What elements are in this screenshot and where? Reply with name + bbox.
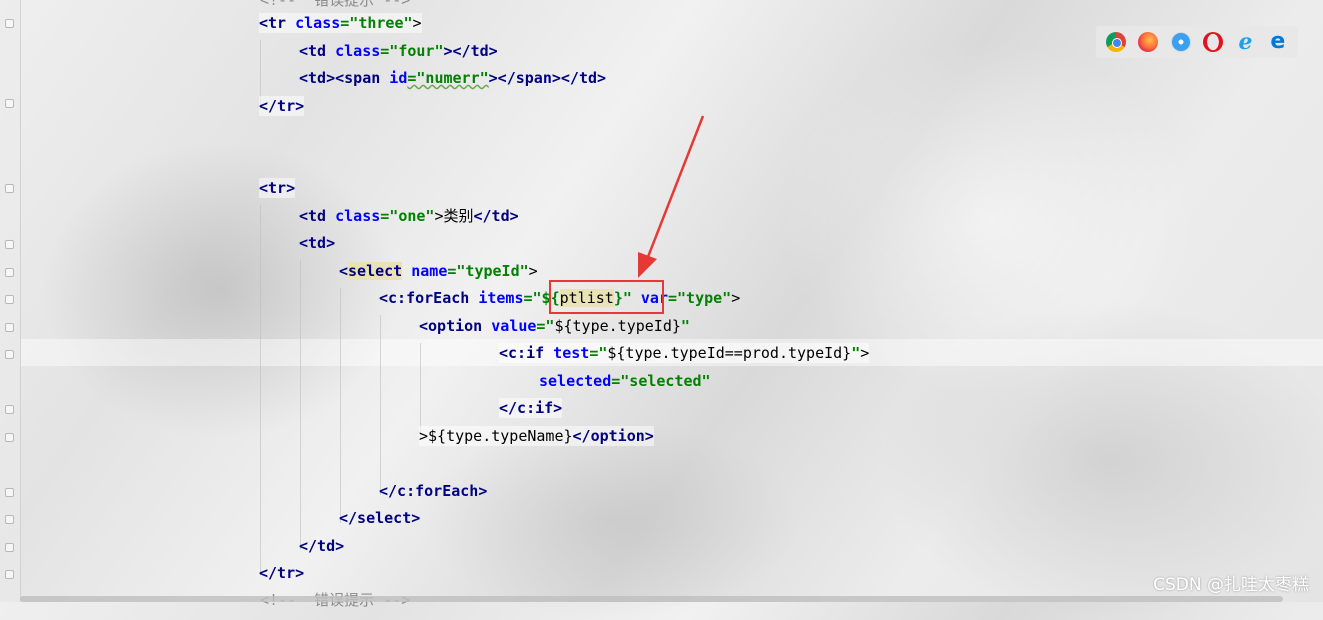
watermark: CSDN @扎哇太枣糕 xyxy=(1153,575,1309,595)
horizontal-scrollbar[interactable] xyxy=(20,596,1283,602)
annotation-arrow xyxy=(638,115,705,278)
